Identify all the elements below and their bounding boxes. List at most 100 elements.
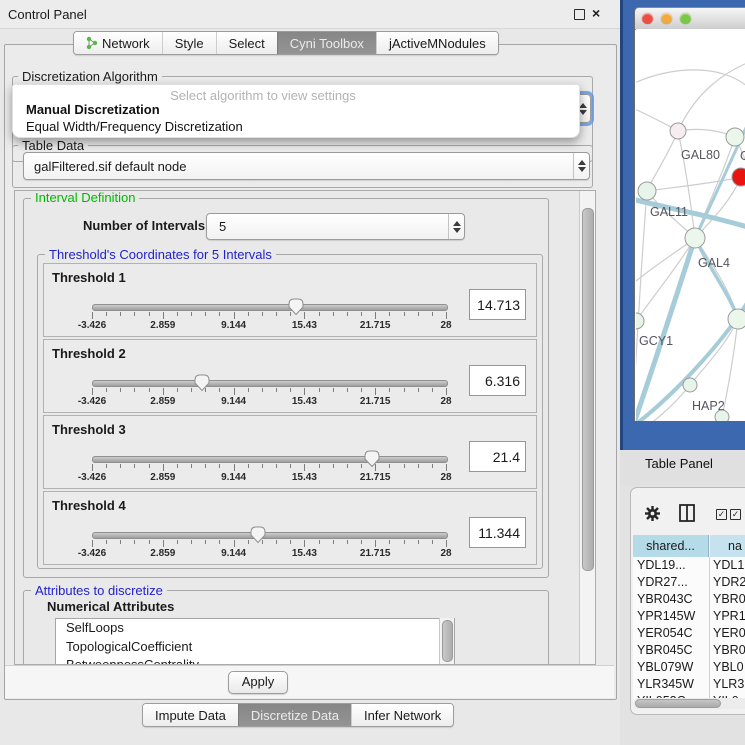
table-cell[interactable]: YBR0	[713, 591, 745, 608]
table-row[interactable]: YER054CYER0	[633, 625, 745, 642]
network-node[interactable]	[636, 313, 644, 329]
settings-vertical-scrollbar[interactable]	[579, 191, 595, 664]
tab-cyni-toolbox[interactable]: Cyni Toolbox	[277, 32, 376, 54]
table-cell[interactable]: YPR1	[713, 608, 745, 625]
threshold-label: Threshold 3	[52, 422, 126, 437]
column-header-shared-name[interactable]: shared...	[633, 535, 709, 557]
table-row[interactable]: YDR27...YDR2	[633, 574, 745, 591]
apply-button[interactable]: Apply	[228, 671, 288, 694]
table-row[interactable]: YPR145WYPR1	[633, 608, 745, 625]
tab-discretize-data[interactable]: Discretize Data	[238, 704, 351, 726]
slider-thumb[interactable]	[363, 449, 381, 468]
network-edge[interactable]	[647, 177, 741, 191]
scrollbar-thumb[interactable]	[635, 699, 721, 708]
network-edge-thick[interactable]	[636, 238, 695, 421]
table-cell[interactable]: YBR0	[713, 642, 745, 659]
table-row[interactable]: YBL079WYBL0	[633, 659, 745, 676]
slider-thumb[interactable]	[193, 373, 211, 392]
attribute-list-item[interactable]: SelfLoops	[56, 619, 454, 638]
slider-track[interactable]	[92, 304, 448, 311]
network-edge[interactable]	[647, 131, 678, 191]
network-node[interactable]	[726, 128, 744, 146]
slider-tick	[290, 388, 291, 392]
slider-tick	[276, 464, 277, 468]
network-node[interactable]	[638, 182, 656, 200]
table-row[interactable]: YBR045CYBR0	[633, 642, 745, 659]
zoom-traffic-light[interactable]	[680, 13, 691, 24]
close-traffic-light[interactable]	[642, 13, 653, 24]
attributes-list-scrollbar[interactable]	[439, 618, 454, 664]
table-cell[interactable]: YER0	[713, 625, 745, 642]
slider-tick	[163, 388, 164, 395]
slider-thumb[interactable]	[287, 297, 305, 316]
network-window-titlebar[interactable]	[635, 8, 745, 30]
network-node[interactable]	[732, 168, 745, 186]
tab-jactivemnodules[interactable]: jActiveMNodules	[376, 32, 498, 54]
slider-tick	[304, 540, 305, 547]
scrollbar-thumb[interactable]	[582, 208, 594, 571]
split-columns-icon[interactable]	[679, 504, 695, 522]
slider-track[interactable]	[92, 456, 448, 463]
table-cell[interactable]: YLR3	[713, 676, 745, 693]
float-window-icon[interactable]	[574, 9, 585, 20]
slider-thumb[interactable]	[249, 525, 267, 544]
network-node[interactable]	[685, 228, 705, 248]
table-cell[interactable]: YER054C	[637, 625, 709, 642]
table-cell[interactable]: YBR045C	[637, 642, 709, 659]
table-cell[interactable]: YBL0	[713, 659, 745, 676]
checkbox-icon[interactable]: ✓	[730, 509, 741, 520]
close-icon[interactable]: ×	[592, 5, 600, 21]
network-node[interactable]	[670, 123, 686, 139]
slider-tick-label: 28	[416, 396, 476, 407]
number-of-intervals-combobox[interactable]: 5	[206, 213, 465, 240]
attribute-list-item[interactable]: TopologicalCoefficient	[56, 638, 454, 657]
network-node[interactable]	[683, 378, 697, 392]
dropdown-option-equal-width-frequency[interactable]: Equal Width/Frequency Discretization	[26, 119, 243, 134]
tab-select[interactable]: Select	[216, 32, 277, 54]
table-cell[interactable]: YDR2	[713, 574, 745, 591]
table-horizontal-scrollbar[interactable]	[633, 698, 745, 709]
table-row[interactable]: YBR043CYBR0	[633, 591, 745, 608]
network-node[interactable]	[728, 309, 745, 329]
table-cell[interactable]: YLR345W	[637, 676, 709, 693]
threshold-value-field[interactable]: 21.4	[469, 441, 526, 472]
table-cell[interactable]: YDL1	[713, 557, 745, 574]
threshold-value-field[interactable]: 11.344	[469, 517, 526, 548]
slider-track[interactable]	[92, 532, 448, 539]
combo-stepper-icon[interactable]	[573, 153, 589, 179]
tab-infer-network[interactable]: Infer Network	[351, 704, 453, 726]
table-cell[interactable]: YPR145W	[637, 608, 709, 625]
column-header-name[interactable]: na	[710, 535, 745, 557]
table-row[interactable]: YDL19...YDL1	[633, 557, 745, 574]
table-data-combobox[interactable]: galFiltered.sif default node	[23, 152, 590, 180]
combo-stepper-icon[interactable]	[448, 214, 464, 239]
slider-tick	[106, 312, 107, 316]
slider-track[interactable]	[92, 380, 448, 387]
table-cell[interactable]: YDR27...	[637, 574, 709, 591]
slider-tick	[418, 540, 419, 544]
threshold-value-field[interactable]: 6.316	[469, 365, 526, 396]
threshold-value-field[interactable]: 14.713	[469, 289, 526, 320]
attribute-list-item[interactable]: BetweennessCentrality	[56, 656, 454, 665]
network-edge[interactable]	[636, 238, 695, 321]
slider-tick	[418, 312, 419, 316]
dropdown-option-manual-discretization[interactable]: Manual Discretization	[26, 102, 160, 117]
settings-gear-icon[interactable]	[644, 505, 661, 522]
table-row[interactable]: YLR345WYLR3	[633, 676, 745, 693]
threshold-row: Threshold 1 -3.4262.8599.14415.4321.7152…	[43, 263, 537, 337]
network-node[interactable]	[715, 410, 729, 421]
numerical-attributes-list[interactable]: SelfLoopsTopologicalCoefficientBetweenne…	[55, 618, 455, 665]
minimize-traffic-light[interactable]	[661, 13, 672, 24]
network-edge-thick[interactable]	[636, 291, 745, 421]
table-data-group-title: Table Data	[18, 139, 88, 152]
checkbox-icon[interactable]: ✓	[716, 509, 727, 520]
tab-network[interactable]: Network	[74, 32, 162, 54]
tab-style[interactable]: Style	[162, 32, 216, 54]
table-cell[interactable]: YBR043C	[637, 591, 709, 608]
table-cell[interactable]: YBL079W	[637, 659, 709, 676]
table-cell[interactable]: YDL19...	[637, 557, 709, 574]
tab-impute-data[interactable]: Impute Data	[143, 704, 238, 726]
scrollbar-thumb[interactable]	[442, 620, 453, 662]
network-canvas[interactable]: GAL80GACGAL11GAL4GCY1HHAP2	[636, 29, 745, 421]
network-edge-thick[interactable]	[695, 238, 738, 319]
